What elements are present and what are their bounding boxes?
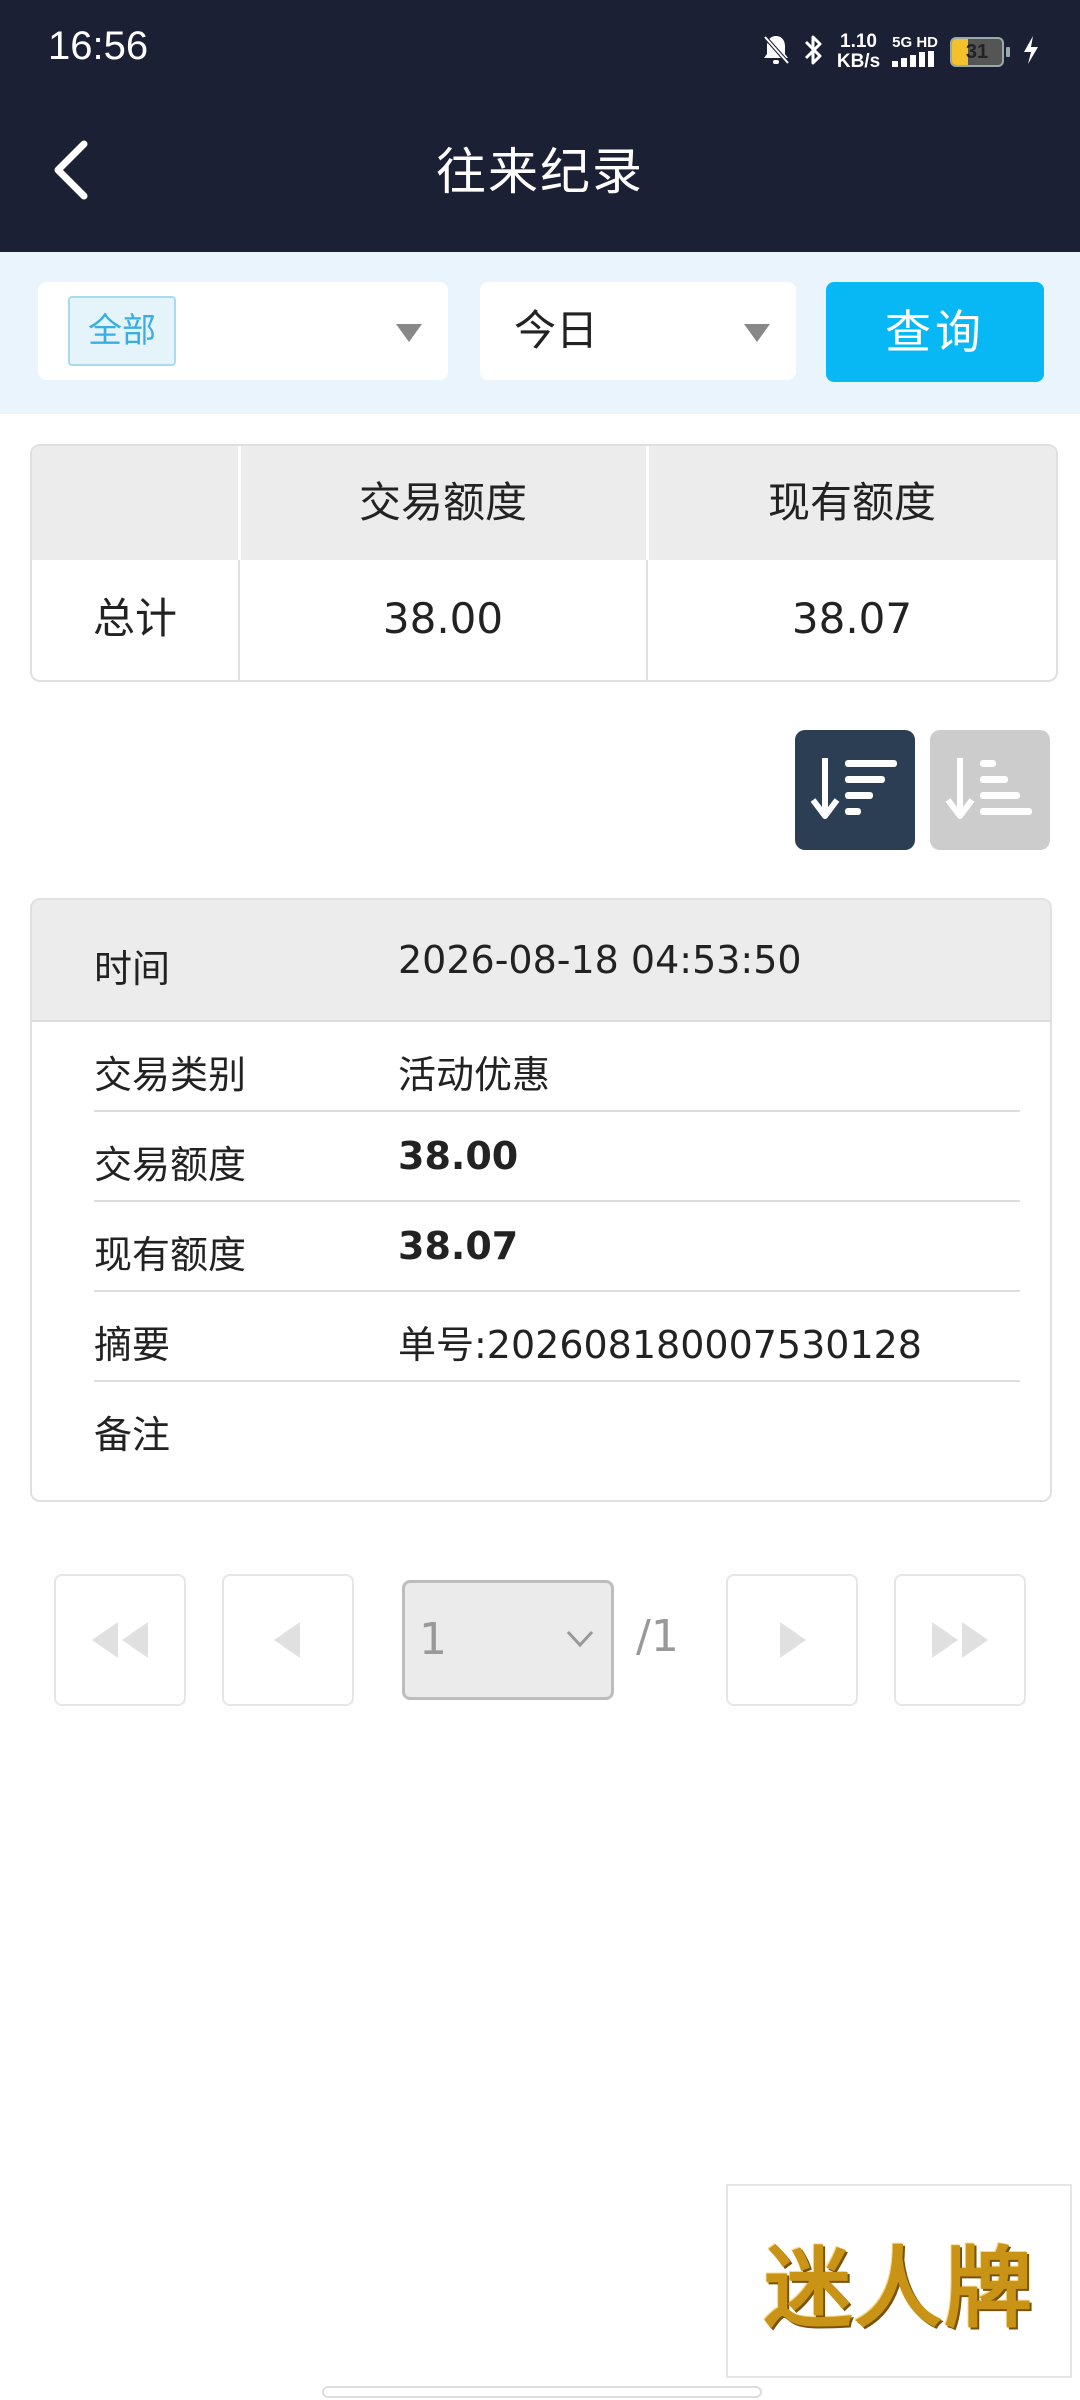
caret-down-icon (744, 324, 770, 342)
app-header: 16:56 1.10 KB/s 5G HD 31 往来纪录 (0, 0, 1080, 252)
period-select[interactable]: 今日 (480, 282, 796, 380)
time-label: 时间 (94, 947, 171, 991)
type-value: 活动优惠 (398, 1053, 551, 1097)
summary-row-label: 总计 (92, 594, 177, 643)
summary-current-amount: 38.07 (791, 594, 913, 643)
first-page-button[interactable] (54, 1574, 186, 1706)
brand-logo-text: 迷人牌 (763, 2235, 1034, 2340)
net-speed-value: 1.10 (840, 31, 877, 52)
note-label: 备注 (94, 1413, 171, 1457)
period-value: 今日 (514, 306, 599, 355)
sort-ascending-icon (945, 758, 1032, 819)
summary-header-current: 现有额度 (767, 478, 936, 527)
bluetooth-icon (803, 33, 825, 71)
left-triangle-icon (274, 1622, 300, 1658)
next-page-button[interactable] (726, 1574, 858, 1706)
summary-header-trade: 交易额度 (358, 478, 527, 527)
status-icons: 1.10 KB/s 5G HD 31 (761, 30, 1040, 74)
summary-label: 摘要 (94, 1323, 171, 1367)
net-speed-unit: KB/s (836, 51, 881, 72)
last-page-button[interactable] (894, 1574, 1026, 1706)
double-left-icon (92, 1622, 148, 1658)
summary-value: 单号:202608180007530128 (398, 1323, 922, 1367)
net-type-label: 5G HD (892, 33, 938, 51)
page-select-value: 1 (419, 1614, 447, 1665)
battery-icon: 31 (950, 37, 1010, 67)
time-value: 2026-08-18 04:53:50 (398, 938, 802, 982)
home-indicator[interactable] (322, 2386, 762, 2398)
chevron-down-icon (566, 1630, 594, 1648)
type-label: 交易类别 (94, 1053, 247, 1097)
sort-descending-button[interactable] (795, 730, 915, 850)
summary-table: 交易额度 现有额度 总计 38.00 38.07 (30, 444, 1058, 682)
status-time: 16:56 (48, 24, 149, 68)
network-type: 5G HD (892, 34, 938, 71)
summary-trade-amount: 38.00 (382, 594, 504, 643)
sort-descending-icon (810, 758, 897, 819)
row-divider (94, 1200, 1020, 1202)
double-right-icon (932, 1622, 988, 1658)
query-button[interactable]: 查询 (826, 282, 1044, 382)
category-select[interactable]: 全部 (38, 282, 448, 380)
row-divider (94, 1290, 1020, 1292)
brand-logo[interactable]: 迷人牌 (726, 2184, 1072, 2378)
category-tag[interactable]: 全部 (68, 296, 176, 366)
trade-value: 38.00 (398, 1134, 519, 1178)
trade-label: 交易额度 (94, 1143, 247, 1187)
current-value: 38.07 (398, 1224, 519, 1268)
page-total: /1 (636, 1611, 679, 1662)
battery-level: 31 (965, 41, 989, 63)
page-title: 往来纪录 (436, 143, 644, 201)
current-label: 现有额度 (94, 1233, 247, 1277)
charging-bolt-icon (1022, 35, 1040, 69)
signal-bars-icon (892, 50, 938, 71)
sort-ascending-button[interactable] (930, 730, 1050, 850)
row-divider (94, 1110, 1020, 1112)
caret-down-icon (396, 324, 422, 342)
page-select[interactable]: 1 (402, 1580, 614, 1700)
mute-bell-icon (761, 33, 791, 71)
row-divider (94, 1380, 1020, 1382)
record-card: 时间 2026-08-18 04:53:50 交易类别 活动优惠 交易额度 38… (30, 898, 1052, 1502)
right-triangle-icon (780, 1622, 806, 1658)
network-speed: 1.10 KB/s (837, 32, 880, 72)
prev-page-button[interactable] (222, 1574, 354, 1706)
